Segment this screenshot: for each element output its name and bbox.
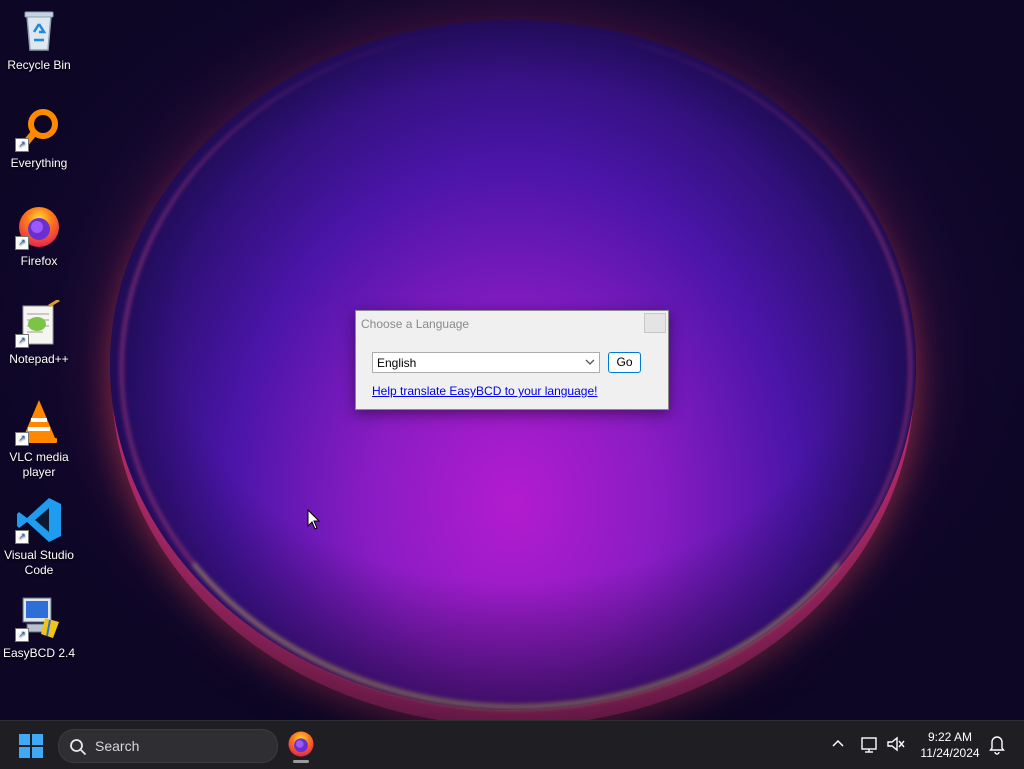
desktop: Recycle Bin ↗ Everything ↗ Firefox ↗ Not… xyxy=(0,0,1024,720)
dialog-title: Choose a Language xyxy=(361,317,470,331)
desktop-icon-label: VLC media player xyxy=(9,450,69,479)
everything-search-icon: ↗ xyxy=(15,104,63,152)
desktop-icon-firefox[interactable]: ↗ Firefox xyxy=(2,202,76,269)
desktop-icon-recycle-bin[interactable]: Recycle Bin xyxy=(2,6,76,73)
clock-time: 9:22 AM xyxy=(927,730,973,744)
desktop-icon-everything[interactable]: ↗ Everything xyxy=(2,104,76,171)
desktop-icon-notepadpp[interactable]: ↗ Notepad++ xyxy=(2,298,76,367)
firefox-icon: ↗ xyxy=(15,202,63,250)
search-icon xyxy=(69,738,87,759)
clock-date: 11/24/2024 xyxy=(920,746,980,760)
desktop-icon-vlc[interactable]: ↗ VLC media player xyxy=(2,398,76,480)
firefox-icon xyxy=(288,731,314,757)
dialog-titlebar[interactable]: Choose a Language xyxy=(356,311,668,335)
desktop-icon-label: Recycle Bin xyxy=(7,58,71,72)
speaker-muted-icon xyxy=(887,736,905,752)
vlc-icon: ↗ xyxy=(15,398,63,446)
windows-logo-icon xyxy=(19,734,43,758)
desktop-icon-vscode[interactable]: ↗ Visual Studio Code xyxy=(2,496,76,578)
recycle-bin-icon xyxy=(15,6,63,54)
notifications-button[interactable] xyxy=(988,733,1006,760)
desktop-icon-label: EasyBCD 2.4 xyxy=(2,646,76,660)
shortcut-arrow-icon: ↗ xyxy=(15,334,29,348)
network-status-button[interactable] xyxy=(860,733,880,760)
desktop-icon-label: Firefox xyxy=(20,254,58,268)
taskbar-app-firefox[interactable] xyxy=(286,729,316,763)
network-icon xyxy=(861,737,877,753)
chevron-up-icon xyxy=(832,739,844,747)
chevron-down-icon xyxy=(583,354,597,373)
easybcd-icon: ↗ xyxy=(15,594,63,642)
bell-icon xyxy=(989,736,1005,755)
dialog-close-button[interactable] xyxy=(644,313,666,333)
shortcut-arrow-icon: ↗ xyxy=(15,530,29,544)
taskbar: Search 9:22 AM 11/24/2024 xyxy=(0,720,1024,769)
desktop-icon-easybcd[interactable]: ↗ EasyBCD 2.4 xyxy=(2,594,76,661)
shortcut-arrow-icon: ↗ xyxy=(15,138,29,152)
mouse-cursor-icon xyxy=(307,508,321,536)
start-button[interactable] xyxy=(18,733,44,759)
app-running-indicator xyxy=(293,760,309,763)
desktop-icon-label: Notepad++ xyxy=(9,352,69,366)
desktop-icon-label: Everything xyxy=(10,156,68,170)
search-placeholder: Search xyxy=(95,738,140,754)
taskbar-clock[interactable]: 9:22 AM 11/24/2024 xyxy=(912,729,988,761)
notepadpp-icon: ↗ xyxy=(15,298,63,348)
show-hidden-icons-button[interactable] xyxy=(830,733,846,760)
go-button[interactable]: Go xyxy=(608,352,641,373)
vscode-icon: ↗ xyxy=(15,496,63,544)
language-select-value: English xyxy=(377,356,417,370)
taskbar-search-box[interactable]: Search xyxy=(58,729,278,763)
shortcut-arrow-icon: ↗ xyxy=(15,236,29,250)
shortcut-arrow-icon: ↗ xyxy=(15,628,29,642)
language-select[interactable]: English xyxy=(372,352,600,373)
choose-language-dialog: Choose a Language English Go Help transl… xyxy=(355,310,669,410)
volume-button[interactable] xyxy=(886,733,906,760)
shortcut-arrow-icon: ↗ xyxy=(15,432,29,446)
desktop-icon-label: Visual Studio Code xyxy=(4,548,74,577)
help-translate-link[interactable]: Help translate EasyBCD to your language! xyxy=(372,384,597,398)
